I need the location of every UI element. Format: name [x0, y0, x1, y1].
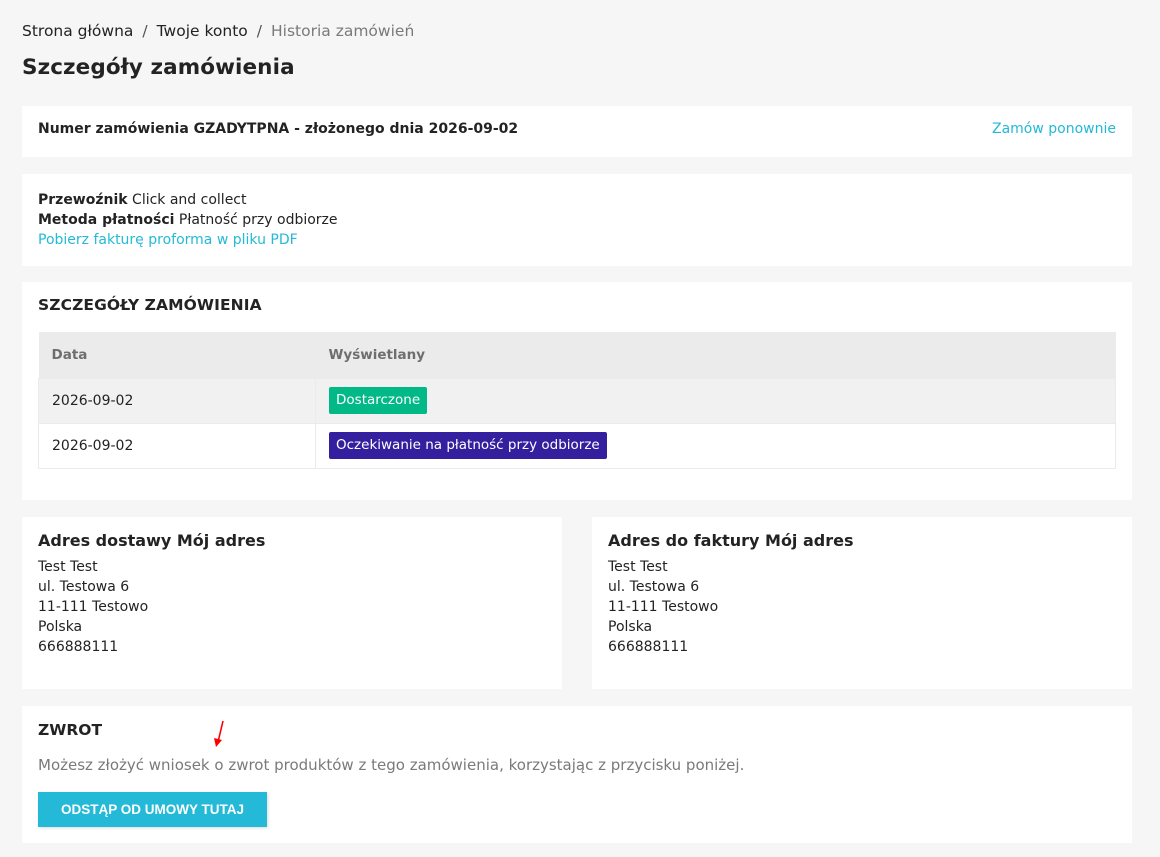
reorder-link[interactable]: Zamów ponownie: [992, 121, 1116, 137]
order-history-table: Data Wyświetlany 2026-09-02 Dostarczone …: [38, 332, 1116, 469]
address-line: 11-111 Testowo: [608, 599, 719, 615]
payment-label: Metoda płatności: [38, 212, 175, 228]
invoice-address-card: Adres do faktury Mój adres Test Test ul.…: [592, 517, 1132, 689]
annotation-arrow-icon: [214, 720, 224, 747]
delivery-address-title: Adres dostawy Mój adres: [38, 531, 266, 550]
status-badge: Oczekiwanie na płatność przy odbiorze: [329, 432, 607, 459]
table-row: 2026-09-02 Oczekiwanie na płatność przy …: [38, 422, 1116, 469]
address-line: 666888111: [38, 639, 119, 655]
history-status-cell: Dostarczone: [315, 377, 1116, 424]
status-badge: Dostarczone: [329, 387, 428, 414]
breadcrumb-home-link[interactable]: Strona główna: [22, 22, 133, 40]
order-history-title: SZCZEGÓŁY ZAMÓWIENIA: [38, 296, 262, 314]
history-date: 2026-09-02: [38, 422, 316, 469]
returns-card: ZWROT Możesz złożyć wniosek o zwrot prod…: [22, 706, 1132, 843]
address-line: Polska: [608, 619, 653, 635]
carrier-line: Przewoźnik Click and collect: [38, 190, 247, 210]
address-line: 666888111: [608, 639, 689, 655]
breadcrumb-current: Historia zamówień: [271, 22, 415, 40]
address-line: Test Test: [608, 559, 668, 575]
carrier-label: Przewoźnik: [38, 192, 128, 208]
order-reference-card: Numer zamówienia GZADYTPNA - złożonego d…: [22, 106, 1132, 157]
breadcrumb: Strona główna / Twoje konto / Historia z…: [22, 20, 414, 42]
invoice-address-title: Adres do faktury Mój adres: [608, 531, 854, 550]
invoice-address-lines: Test Test ul. Testowa 6 11-111 Testowo P…: [608, 557, 718, 657]
order-info-card: Przewoźnik Click and collect Metoda płat…: [22, 174, 1132, 266]
history-date: 2026-09-02: [38, 377, 316, 424]
address-line: ul. Testowa 6: [608, 579, 700, 595]
delivery-address-card: Adres dostawy Mój adres Test Test ul. Te…: [22, 517, 562, 689]
payment-value: Płatność przy odbiorze: [178, 212, 338, 228]
withdraw-from-contract-button[interactable]: ODSTĄP OD UMOWY TUTAJ: [38, 792, 267, 827]
column-header-date: Data: [38, 332, 316, 378]
table-row: 2026-09-02 Dostarczone: [38, 377, 1116, 424]
returns-title: ZWROT: [38, 721, 103, 739]
returns-description: Możesz złożyć wniosek o zwrot produktów …: [38, 756, 745, 774]
address-line: Test Test: [38, 559, 98, 575]
breadcrumb-separator: /: [256, 22, 262, 40]
history-status-cell: Oczekiwanie na płatność przy odbiorze: [315, 422, 1116, 469]
order-history-card: SZCZEGÓŁY ZAMÓWIENIA Data Wyświetlany 20…: [22, 282, 1132, 500]
address-line: 11-111 Testowo: [38, 599, 149, 615]
page-title: Szczegóły zamówienia: [22, 55, 295, 80]
column-header-status: Wyświetlany: [315, 332, 1116, 378]
carrier-value: Click and collect: [132, 192, 247, 208]
breadcrumb-separator: /: [142, 22, 148, 40]
delivery-address-lines: Test Test ul. Testowa 6 11-111 Testowo P…: [38, 557, 148, 657]
order-reference-text: Numer zamówienia GZADYTPNA - złożonego d…: [38, 121, 519, 137]
address-line: ul. Testowa 6: [38, 579, 130, 595]
breadcrumb-account-link[interactable]: Twoje konto: [157, 22, 248, 40]
payment-line: Metoda płatności Płatność przy odbiorze: [38, 210, 338, 230]
address-line: Polska: [38, 619, 83, 635]
download-invoice-link[interactable]: Pobierz fakturę proforma w pliku PDF: [38, 232, 298, 248]
